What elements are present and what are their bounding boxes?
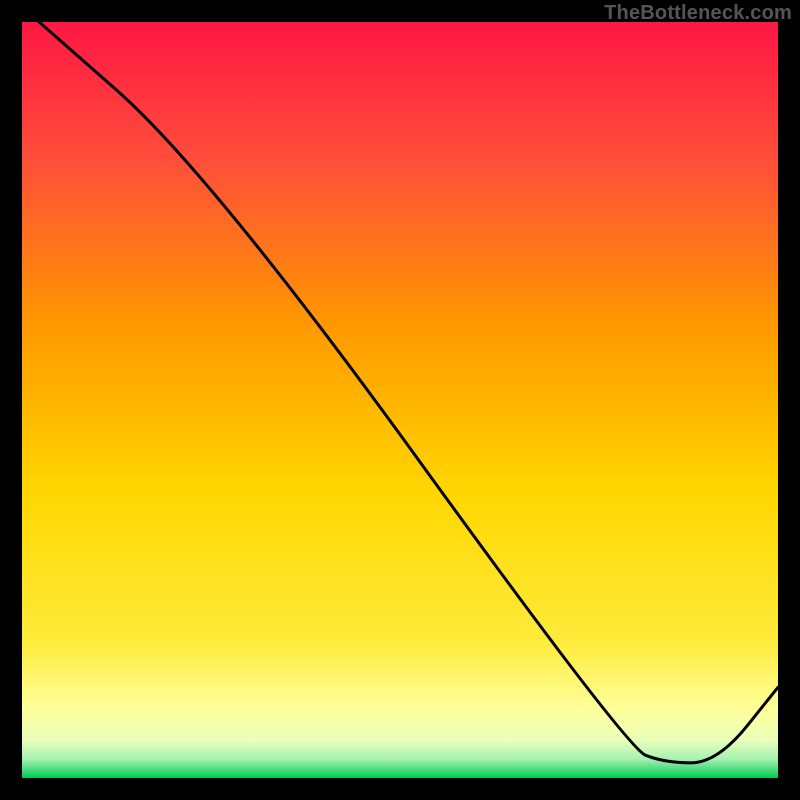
gradient-background [22, 22, 778, 778]
chart-svg [22, 22, 778, 778]
chart-container: TheBottleneck.com [0, 0, 800, 800]
plot-area [22, 22, 778, 778]
